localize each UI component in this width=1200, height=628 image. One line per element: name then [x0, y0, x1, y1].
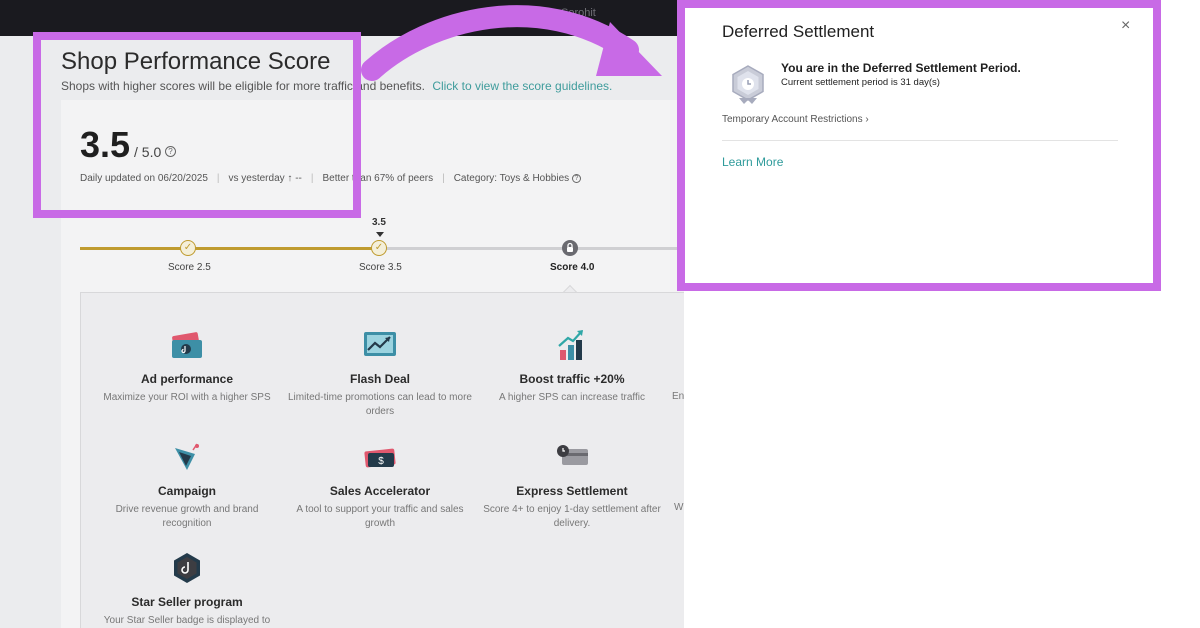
category-help-icon[interactable]: ?	[571, 173, 581, 183]
step-label-score-3-5: Score 3.5	[359, 262, 402, 273]
lock-icon	[562, 240, 578, 256]
benefit-desc: Limited-time promotions can lead to more…	[288, 392, 472, 417]
benefit-title: Campaign	[157, 484, 216, 498]
benefit-flash-deal: Flash Deal Limited-time promotions can l…	[285, 328, 475, 419]
curved-arrow-icon	[361, 5, 662, 81]
modal-heading: You are in the Deferred Settlement Perio…	[781, 61, 1021, 75]
learn-more-link[interactable]: Learn More	[722, 155, 783, 169]
benefit-express-settlement: Express Settlement Score 4+ to enjoy 1-d…	[477, 440, 667, 531]
score-highlight-box	[33, 32, 361, 218]
benefit-sales-accelerator: $ Sales Accelerator A tool to support yo…	[285, 440, 475, 531]
star-seller-icon	[174, 553, 200, 583]
benefit-title: Flash Deal	[349, 372, 411, 386]
svg-text:$: $	[378, 456, 384, 467]
flash-deal-icon	[364, 332, 396, 356]
express-settlement-icon	[557, 445, 588, 465]
benefit-title: Star Seller program	[131, 595, 243, 609]
sales-accelerator-icon: $	[364, 448, 396, 468]
benefit-desc: Your Star Seller badge is displayed to	[103, 615, 271, 626]
category: Category: Toys & Hobbies	[453, 173, 570, 184]
benefit-title: Sales Accelerator	[329, 484, 431, 498]
modal-title: Deferred Settlement	[722, 22, 875, 41]
stage: Sorohit Shop Performance Score Shops wit…	[0, 0, 1200, 628]
checkmark-icon: ✓	[180, 240, 196, 256]
close-icon[interactable]: ×	[1121, 17, 1130, 35]
divider	[722, 140, 1118, 141]
settlement-period-text: Current settlement period is 31 day(s)	[781, 77, 940, 88]
benefit-title: Express Settlement	[516, 484, 628, 498]
benefit-desc-partial: En	[672, 391, 684, 402]
marker-arrow-icon	[376, 232, 384, 237]
deferred-settlement-modal: Deferred Settlement × You are in the Def…	[677, 0, 1161, 291]
benefit-desc-partial: W	[674, 502, 684, 513]
account-restrictions-link[interactable]: Temporary Account Restrictions ›	[722, 114, 869, 125]
benefit-desc: A tool to support your traffic and sales…	[296, 504, 464, 529]
progress-line-remaining	[380, 247, 684, 250]
benefit-ad-performance: Ad performance Maximize your ROI with a …	[92, 328, 282, 405]
boost-traffic-icon	[558, 330, 583, 360]
checkmark-icon: ✓	[371, 240, 387, 256]
benefit-desc: Score 4+ to enjoy 1-day settlement after…	[483, 504, 661, 529]
ad-performance-icon	[172, 332, 202, 358]
benefit-star-seller: Star Seller program Your Star Seller bad…	[92, 551, 282, 628]
benefit-desc: Maximize your ROI with a higher SPS	[103, 392, 271, 403]
settlement-shield-icon	[732, 65, 764, 104]
benefit-campaign: Campaign Drive revenue growth and brand …	[92, 440, 282, 531]
step-label-score-2-5: Score 2.5	[168, 262, 211, 273]
benefit-desc: Drive revenue growth and brand recogniti…	[115, 504, 259, 529]
campaign-icon	[175, 443, 199, 470]
benefit-title: Ad performance	[140, 372, 234, 386]
benefit-desc: A higher SPS can increase traffic	[498, 392, 645, 403]
step-label-score-4-0[interactable]: Score 4.0	[550, 262, 594, 273]
current-score-marker: 3.5	[372, 217, 386, 228]
progress-line-completed	[80, 247, 380, 250]
benefit-boost-traffic: Boost traffic +20% A higher SPS can incr…	[477, 328, 667, 405]
benefit-title: Boost traffic +20%	[519, 372, 625, 386]
